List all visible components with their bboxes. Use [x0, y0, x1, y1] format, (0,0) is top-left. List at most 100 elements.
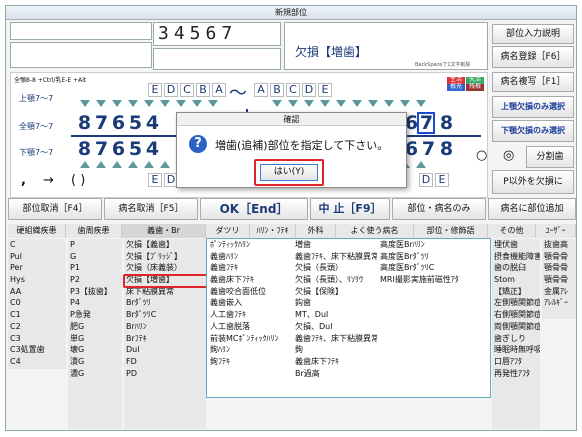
upper-tooth-6-left[interactable]: 6 — [111, 113, 126, 133]
list-item[interactable]: Stom — [492, 274, 540, 286]
upper-letter-D-right[interactable]: D — [302, 83, 316, 97]
split-tooth-button[interactable]: 分割歯 — [526, 146, 574, 168]
tab-other[interactable]: その他 — [488, 224, 536, 238]
list-item[interactable]: Hys — [8, 274, 66, 286]
upper-select-button[interactable]: 上顎欠損のみ選択 — [492, 96, 574, 118]
upper-letter-D-left[interactable]: D — [164, 83, 178, 97]
lower-tooth-7-left[interactable]: 7 — [94, 139, 109, 159]
triangle-icon[interactable] — [368, 100, 378, 107]
upper-letter-C-right[interactable]: C — [286, 83, 300, 97]
lower-letter-E-left[interactable]: E — [148, 173, 162, 187]
list-item[interactable]: C1 — [8, 309, 66, 321]
upper-letter-E-left[interactable]: E — [148, 83, 162, 97]
list-item[interactable]: 埋伏歯 — [492, 239, 540, 251]
triangle-icon[interactable] — [416, 100, 426, 107]
upper-tooth-5-left[interactable]: 5 — [128, 113, 143, 133]
cancel-site-button[interactable]: 部位取消［F4］ — [8, 198, 102, 220]
triangle-icon[interactable] — [272, 100, 282, 107]
list-item[interactable]: 義歯床下ﾌﾃｷ — [293, 356, 377, 368]
lower-tooth-8-left[interactable]: 8 — [77, 139, 92, 159]
triangle-icon[interactable] — [96, 161, 106, 168]
list-item[interactable]: 高度医Brﾊﾘﾝ — [378, 239, 486, 251]
lower-letter-E-right[interactable]: E — [435, 173, 449, 187]
list-item[interactable]: P1 — [68, 262, 122, 274]
list-item[interactable]: 鈎歯 — [293, 297, 377, 309]
triangle-icon[interactable] — [208, 100, 218, 107]
upper-tooth-8-left[interactable]: 8 — [77, 113, 92, 133]
list-item[interactable]: 高度医BrﾀﾞﾂﾘC — [378, 262, 486, 274]
list-item[interactable]: P — [68, 239, 122, 251]
triangle-icon[interactable] — [160, 100, 170, 107]
list-item[interactable]: P2 — [68, 274, 122, 286]
list-item[interactable]: Per — [8, 262, 66, 274]
lower-tooth-7-right[interactable]: 7 — [421, 139, 436, 159]
add-site-button[interactable]: 病名に部位追加 — [488, 198, 576, 220]
list-item[interactable]: 金属ｱﾚ — [542, 286, 576, 298]
upper-letter-E-right[interactable]: E — [318, 83, 332, 97]
paren-button[interactable]: ( ) — [71, 173, 85, 188]
list-item[interactable]: P4 — [68, 297, 122, 309]
list-item[interactable]: BrﾀﾞﾂﾘC — [124, 309, 206, 321]
list-item[interactable]: 口唇ｱﾌﾀ — [492, 356, 540, 368]
triangle-icon[interactable] — [336, 100, 346, 107]
input-field-2[interactable] — [10, 42, 152, 68]
triangle-icon[interactable] — [112, 100, 122, 107]
list-item[interactable]: Dul — [124, 344, 206, 356]
list-item[interactable]: 睡眠時無呼吸 — [492, 344, 540, 356]
cancel-disease-button[interactable]: 病名取消［F5］ — [104, 198, 198, 220]
list-item[interactable]: 鉤ﾌﾃｷ — [208, 356, 292, 368]
radio-button-1[interactable]: ○ — [476, 148, 487, 163]
triangle-icon[interactable] — [160, 161, 170, 168]
triangle-icon[interactable] — [128, 100, 138, 107]
triangle-icon[interactable] — [80, 161, 90, 168]
list-item[interactable]: Br過高 — [293, 368, 377, 380]
list-item[interactable]: 欠損（床義装） — [124, 262, 206, 274]
tab-common[interactable]: よく使う病名 — [336, 224, 414, 238]
list-item[interactable]: ﾎﾟﾝﾃｨｯｸﾊﾘﾝ — [208, 239, 292, 251]
list-item[interactable]: 義歯ﾌﾃｷ、床下粘膜異常 — [293, 251, 377, 263]
tab-denture[interactable]: 義歯・Br — [122, 224, 206, 238]
list-item[interactable]: 義歯床下ﾌﾃｷ — [208, 274, 292, 286]
lower-jaw-label[interactable]: 下顎7～7 — [19, 147, 53, 158]
site-disease-only-button[interactable]: 部位・病名のみ — [392, 198, 486, 220]
lower-tooth-5-left[interactable]: 5 — [128, 139, 143, 159]
list-item[interactable]: 欠損（長頭）、ﾘｿﾘｳ — [293, 274, 377, 286]
copy-disease-button[interactable]: 病名複写［F1］ — [492, 72, 574, 92]
register-button[interactable]: 病名登録［F6］ — [492, 46, 574, 68]
list-item[interactable]: FD — [124, 356, 206, 368]
upper-letter-A-right[interactable]: A — [254, 83, 268, 97]
lower-tooth-6-left[interactable]: 6 — [111, 139, 126, 159]
tab-site-modifier[interactable]: 部位・修飾語 — [414, 224, 488, 238]
list-item[interactable]: 【矯正】 — [492, 286, 540, 298]
stop-button[interactable]: 中 止［F9］ — [310, 198, 390, 220]
triangle-icon[interactable] — [144, 161, 154, 168]
list-item[interactable]: C3 — [8, 333, 66, 345]
upper-tooth-7-right[interactable]: 7 — [419, 113, 434, 133]
list-item[interactable]: 右側顎関節症 — [492, 309, 540, 321]
list-item[interactable]: 欠損、Dul — [293, 321, 377, 333]
list-item[interactable]: 再発性ｱﾌﾀ — [492, 368, 540, 380]
list-item[interactable]: 単G — [68, 333, 122, 345]
list-item[interactable]: C4 — [8, 356, 66, 368]
upper-letter-B-right[interactable]: B — [270, 83, 284, 97]
list-item[interactable]: 人工歯ﾌﾃｷ — [208, 309, 292, 321]
tab-hard-tissue[interactable]: 硬組織疾患 — [8, 224, 66, 238]
list-item[interactable]: 左側顎関節症 — [492, 297, 540, 309]
upper-letter-B-left[interactable]: B — [196, 83, 210, 97]
triangle-icon[interactable] — [400, 100, 410, 107]
upper-jaw-label[interactable]: 上顎7～7 — [19, 93, 53, 104]
help-button[interactable]: 部位入力説明 — [492, 24, 574, 44]
list-item[interactable]: 義歯ﾊﾘﾝ — [208, 251, 292, 263]
triangle-icon[interactable] — [288, 100, 298, 107]
list-item[interactable]: G — [68, 251, 122, 263]
list-item[interactable]: 義歯ﾌﾃｷ、床下粘膜異常 — [293, 333, 377, 345]
triangle-icon[interactable] — [96, 100, 106, 107]
triangle-icon[interactable] — [144, 100, 154, 107]
lower-tooth-8-right[interactable]: 8 — [439, 139, 454, 159]
list-item[interactable]: 壊G — [68, 344, 122, 356]
list-item[interactable]: 歯の脱臼 — [492, 262, 540, 274]
triangle-icon[interactable] — [176, 100, 186, 107]
list-item[interactable]: 鉤ﾊﾘﾝ — [208, 344, 292, 356]
list-item[interactable]: 人工歯脱落 — [208, 321, 292, 333]
list-item[interactable]: C0 — [8, 297, 66, 309]
